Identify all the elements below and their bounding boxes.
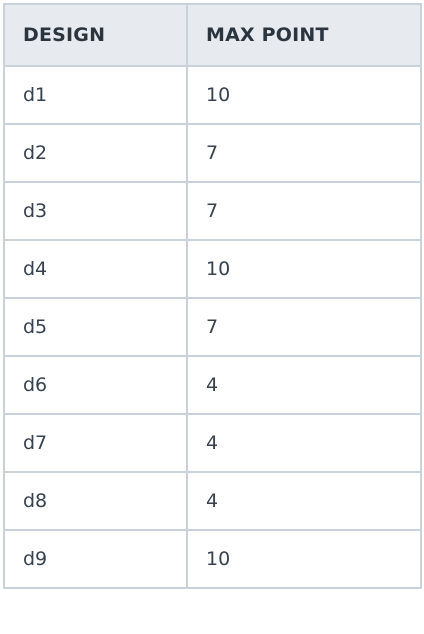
- table-row: d8 4: [3, 471, 422, 531]
- max-point-cell: 4: [186, 413, 422, 473]
- design-cell: d5: [3, 297, 188, 357]
- table-row: d4 10: [3, 239, 422, 299]
- design-cell: d1: [3, 65, 188, 125]
- header-design: DESIGN: [3, 3, 188, 67]
- design-cell: d9: [3, 529, 188, 589]
- table-row: d5 7: [3, 297, 422, 357]
- table-row: d2 7: [3, 123, 422, 183]
- table-row: d7 4: [3, 413, 422, 473]
- table-row: d6 4: [3, 355, 422, 415]
- table-row: d3 7: [3, 181, 422, 241]
- design-cell: d3: [3, 181, 188, 241]
- max-point-cell: 10: [186, 239, 422, 299]
- table-row: d1 10: [3, 65, 422, 125]
- max-point-cell: 7: [186, 181, 422, 241]
- design-cell: d8: [3, 471, 188, 531]
- max-point-cell: 7: [186, 297, 422, 357]
- header-row: DESIGN MAX POINT: [3, 3, 422, 67]
- table-row: d9 10: [3, 529, 422, 589]
- design-cell: d4: [3, 239, 188, 299]
- max-point-cell: 4: [186, 471, 422, 531]
- table-header: DESIGN MAX POINT: [3, 3, 422, 67]
- design-cell: d6: [3, 355, 188, 415]
- max-point-cell: 4: [186, 355, 422, 415]
- max-point-cell: 10: [186, 65, 422, 125]
- header-max-point: MAX POINT: [186, 3, 422, 67]
- design-cell: d7: [3, 413, 188, 473]
- design-points-table: DESIGN MAX POINT d1 10 d2 7 d3 7 d4 10 d: [3, 3, 422, 589]
- max-point-cell: 7: [186, 123, 422, 183]
- table-container: DESIGN MAX POINT d1 10 d2 7 d3 7 d4 10 d: [0, 0, 424, 634]
- table-body: d1 10 d2 7 d3 7 d4 10 d5 7 d6 4 d7 4 d8 …: [3, 65, 422, 589]
- design-cell: d2: [3, 123, 188, 183]
- max-point-cell: 10: [186, 529, 422, 589]
